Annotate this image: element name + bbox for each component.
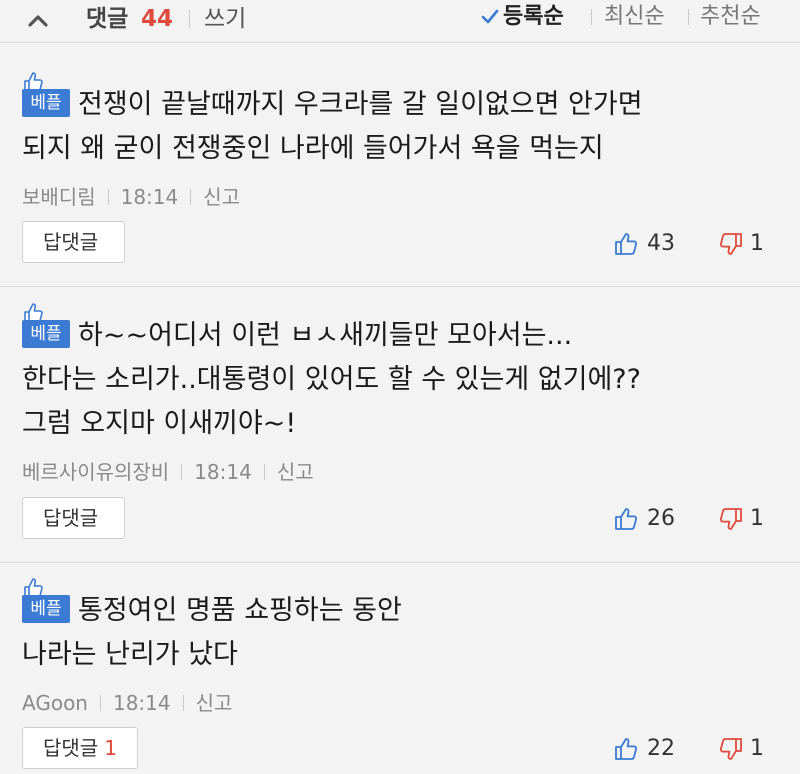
- like-count: 22: [647, 736, 675, 761]
- reply-label: 답댓글: [43, 736, 99, 760]
- report-button[interactable]: 신고: [203, 184, 240, 210]
- dislike-count: 1: [750, 231, 764, 256]
- sort-by-latest[interactable]: 최신순: [604, 2, 665, 32]
- divider: [107, 189, 109, 205]
- author-name[interactable]: 보배디림: [22, 184, 96, 210]
- thumbs-down-icon: [719, 508, 742, 530]
- author-name[interactable]: 베르사이유의장비: [22, 459, 169, 485]
- divider: [190, 189, 192, 205]
- write-comment-button[interactable]: 쓰기: [204, 4, 246, 34]
- chevron-up-icon: [28, 15, 48, 27]
- like-count: 26: [647, 506, 675, 531]
- like-button[interactable]: 43: [614, 229, 694, 259]
- comment-item: 베플 전쟁이 끝날때까지 우크라를 갈 일이없으면 안가면 되지 왜 굳이 전쟁…: [0, 43, 800, 287]
- divider: [263, 464, 265, 480]
- comment-label: 댓글: [86, 6, 129, 32]
- comment-header: 댓글 44 쓰기 등록순 최신순 추천순: [0, 0, 800, 43]
- thumbs-down-icon: [719, 738, 742, 760]
- reply-button[interactable]: 답댓글: [22, 221, 126, 263]
- comment-text: 하~~어디서 이런 ㅂㅅ새끼들만 모아서는... 한다는 소리가..대통령이 있…: [22, 320, 641, 439]
- reply-label: 답댓글: [43, 506, 99, 530]
- timestamp: 18:14: [112, 691, 171, 715]
- reply-button[interactable]: 답댓글 1: [22, 727, 138, 769]
- report-button[interactable]: 신고: [196, 690, 233, 716]
- comment-count: 44: [141, 6, 174, 32]
- reply-label: 답댓글: [43, 230, 99, 254]
- dislike-button[interactable]: 1: [717, 734, 777, 764]
- divider: [99, 695, 101, 711]
- comment-text: 통정여인 명품 쇼핑하는 동안 나라는 난리가 났다: [22, 595, 402, 670]
- divider: [591, 9, 592, 25]
- divider: [181, 464, 183, 480]
- thumbs-down-icon: [719, 233, 742, 255]
- comment-meta: 베르사이유의장비 18:14 신고: [22, 459, 314, 485]
- reply-count: 1: [104, 736, 117, 760]
- checkmark-icon: [481, 9, 499, 24]
- dislike-button[interactable]: 1: [717, 504, 777, 534]
- comment-text: 전쟁이 끝날때까지 우크라를 갈 일이없으면 안가면 되지 왜 굳이 전쟁중인 …: [22, 89, 643, 164]
- divider: [688, 9, 689, 25]
- sort-by-registration[interactable]: 등록순: [503, 2, 564, 32]
- author-name[interactable]: AGoon: [22, 690, 88, 716]
- collapse-comments-button[interactable]: [22, 6, 54, 34]
- like-count: 43: [647, 231, 675, 256]
- thumbs-up-icon: [615, 508, 638, 530]
- comment-item: 베플 하~~어디서 이런 ㅂㅅ새끼들만 모아서는... 한다는 소리가..대통령…: [0, 287, 800, 563]
- like-button[interactable]: 22: [614, 734, 694, 764]
- thumbs-up-icon: [615, 738, 638, 760]
- comment-meta: 보배디림 18:14 신고: [22, 184, 240, 210]
- divider: [189, 10, 190, 28]
- comment-meta: AGoon 18:14 신고: [22, 690, 232, 716]
- dislike-button[interactable]: 1: [717, 229, 777, 259]
- divider: [182, 695, 184, 711]
- reply-button[interactable]: 답댓글: [22, 497, 126, 539]
- sort-by-recommended[interactable]: 추천순: [700, 2, 761, 32]
- report-button[interactable]: 신고: [277, 459, 314, 485]
- thumbs-up-icon: [615, 233, 638, 255]
- timestamp: 18:14: [194, 460, 252, 484]
- dislike-count: 1: [750, 736, 764, 761]
- dislike-count: 1: [750, 506, 764, 531]
- timestamp: 18:14: [120, 185, 179, 209]
- like-button[interactable]: 26: [614, 504, 694, 534]
- comment-item: 베플 통정여인 명품 쇼핑하는 동안 나라는 난리가 났다 AGoon 18:14…: [0, 563, 800, 774]
